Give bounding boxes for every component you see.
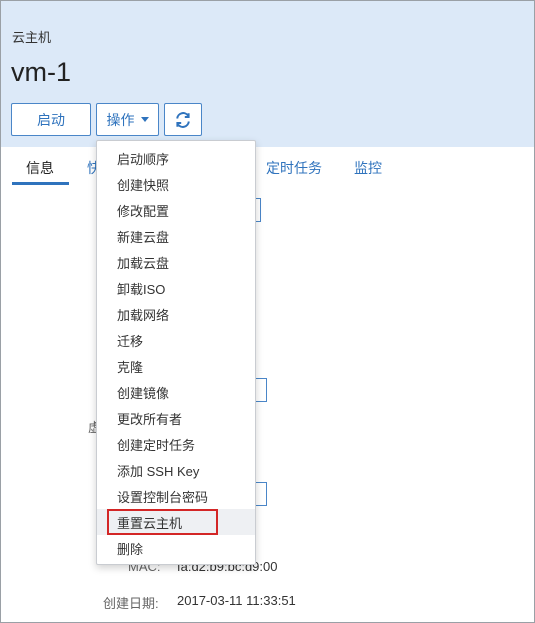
menu-item-clone[interactable]: 克隆 bbox=[97, 353, 255, 379]
breadcrumb[interactable]: 云主机 bbox=[12, 27, 51, 46]
start-button-label: 启动 bbox=[37, 111, 65, 128]
refresh-button[interactable] bbox=[164, 103, 202, 136]
menu-item-set-console-password[interactable]: 设置控制台密码 bbox=[97, 483, 255, 509]
window-frame: 云主机 vm-1 启动 操作 信息 快 定时任务 监控 虚 MAC: fa:d2… bbox=[0, 0, 535, 623]
refresh-icon bbox=[176, 111, 190, 128]
page-title: vm-1 bbox=[11, 57, 71, 87]
tab-monitoring[interactable]: 监控 bbox=[354, 158, 382, 178]
menu-item-detach-iso[interactable]: 卸载ISO bbox=[97, 275, 255, 301]
menu-item-attach-network[interactable]: 加载网络 bbox=[97, 301, 255, 327]
menu-item-create-image[interactable]: 创建镜像 bbox=[97, 379, 255, 405]
menu-item-change-owner[interactable]: 更改所有者 bbox=[97, 405, 255, 431]
active-tab-indicator bbox=[12, 182, 69, 185]
menu-item-new-volume[interactable]: 新建云盘 bbox=[97, 223, 255, 249]
menu-item-attach-volume[interactable]: 加载云盘 bbox=[97, 249, 255, 275]
menu-item-create-scheduled-task[interactable]: 创建定时任务 bbox=[97, 431, 255, 457]
tab-info[interactable]: 信息 bbox=[26, 158, 54, 178]
menu-item-delete[interactable]: 删除 bbox=[97, 535, 255, 561]
operations-dropdown-button[interactable]: 操作 bbox=[96, 103, 159, 136]
operations-button-label: 操作 bbox=[106, 111, 135, 128]
page-header: 云主机 vm-1 启动 操作 bbox=[1, 1, 534, 147]
created-date-label: 创建日期: bbox=[103, 596, 159, 611]
caret-down-icon bbox=[140, 117, 149, 122]
menu-item-boot-order[interactable]: 启动顺序 bbox=[97, 145, 255, 171]
start-button[interactable]: 启动 bbox=[11, 103, 91, 136]
menu-item-modify-config[interactable]: 修改配置 bbox=[97, 197, 255, 223]
menu-item-add-ssh-key[interactable]: 添加 SSH Key bbox=[97, 457, 255, 483]
menu-item-reset-vm[interactable]: 重置云主机 bbox=[97, 509, 255, 535]
menu-item-migrate[interactable]: 迁移 bbox=[97, 327, 255, 353]
created-date-value: 2017-03-11 11:33:51 bbox=[177, 593, 296, 608]
operations-menu: 启动顺序 创建快照 修改配置 新建云盘 加载云盘 卸载ISO 加载网络 迁移 克… bbox=[96, 140, 256, 565]
menu-item-create-snapshot[interactable]: 创建快照 bbox=[97, 171, 255, 197]
tab-scheduled-tasks[interactable]: 定时任务 bbox=[266, 158, 322, 178]
